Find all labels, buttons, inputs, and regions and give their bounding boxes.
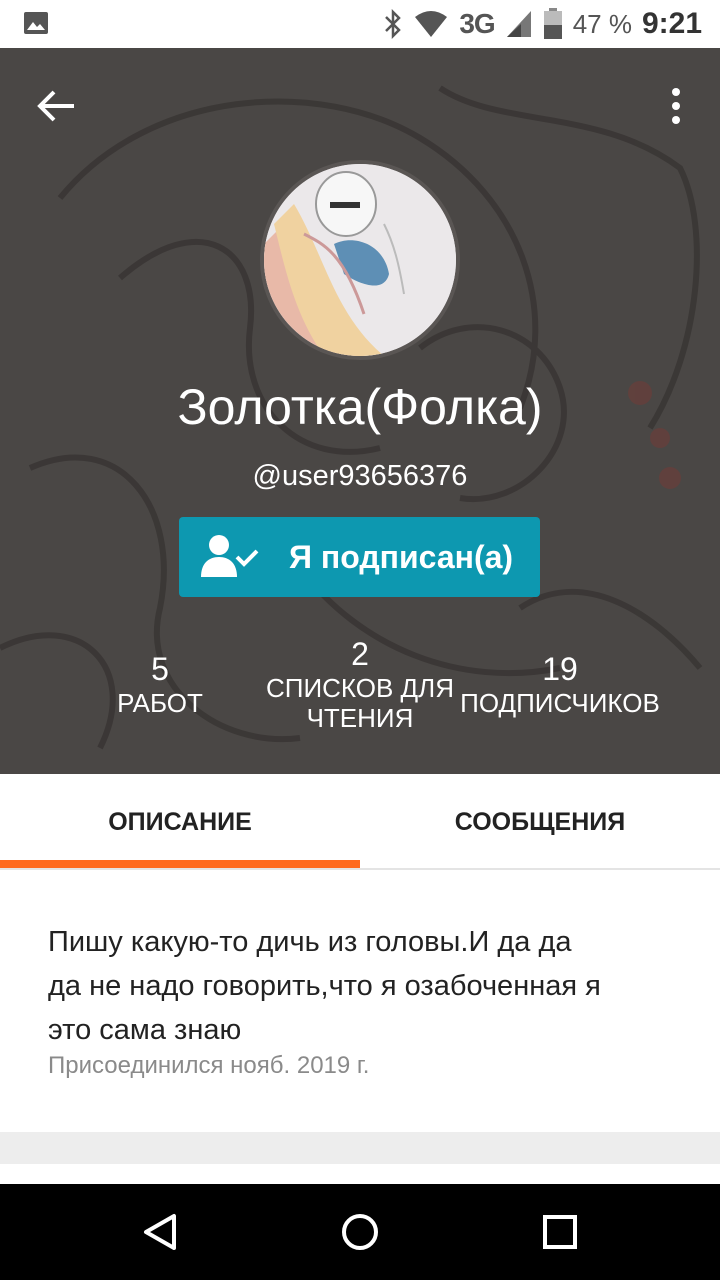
system-nav-bar xyxy=(0,1184,720,1280)
clock: 9:21 xyxy=(641,7,702,40)
user-check-icon xyxy=(201,535,259,577)
joined-date: Присоединился нояб. 2019 г. xyxy=(48,1052,370,1079)
description-line: да не надо говорить,что я озабоченная я xyxy=(48,970,601,1002)
description-line: это сама знаю xyxy=(48,1014,242,1046)
section-divider xyxy=(0,1132,720,1164)
nav-home-icon[interactable] xyxy=(336,1208,384,1256)
wifi-icon xyxy=(415,11,448,37)
back-arrow-icon[interactable] xyxy=(30,84,82,128)
stat-reading-lists[interactable]: 2 СПИСКОВ ДЛЯ ЧТЕНИЯ xyxy=(260,635,460,733)
active-tab-indicator xyxy=(0,860,360,868)
battery-percent: 47 % xyxy=(572,8,632,39)
stat-reading-lists-value: 2 xyxy=(351,636,369,672)
profile-description: Пишу какую-то дичь из головы.И да да да … xyxy=(48,920,678,1052)
following-button[interactable]: Я подписан(а) xyxy=(179,517,540,597)
profile-header: Золотка(Фолка) @user93656376 Я подписан(… xyxy=(0,48,720,774)
stat-followers-label: ПОДПИСЧИКОВ xyxy=(460,688,660,718)
stat-followers-value: 19 xyxy=(542,651,578,687)
nav-back-icon[interactable] xyxy=(136,1208,184,1256)
stat-followers[interactable]: 19 ПОДПИСЧИКОВ xyxy=(455,650,665,718)
network-type: 3G xyxy=(459,8,495,39)
profile-tabs: ОПИСАНИЕ СООБЩЕНИЯ xyxy=(0,774,720,870)
stat-works[interactable]: 5 РАБОТ xyxy=(80,650,240,718)
description-line: Пишу какую-то дичь из головы.И да да xyxy=(48,926,572,958)
following-button-label: Я подписан(а) xyxy=(289,539,514,575)
stat-reading-lists-label-line2: ЧТЕНИЯ xyxy=(306,703,414,733)
nav-recents-icon[interactable] xyxy=(536,1208,584,1256)
status-bar: 3G 47 % 9:21 xyxy=(0,0,720,48)
signal-icon xyxy=(506,11,531,37)
display-name: Золотка(Фолка) xyxy=(177,379,543,435)
battery-icon xyxy=(543,8,562,39)
stat-works-label: РАБОТ xyxy=(117,688,203,718)
stat-works-value: 5 xyxy=(151,651,169,687)
stat-reading-lists-label-line1: СПИСКОВ ДЛЯ xyxy=(265,673,455,703)
tab-description[interactable]: ОПИСАНИЕ xyxy=(0,774,360,870)
tab-messages[interactable]: СООБЩЕНИЯ xyxy=(360,774,720,870)
bluetooth-icon xyxy=(385,9,402,39)
avatar-drawing xyxy=(264,164,456,356)
username: @user93656376 xyxy=(252,460,468,492)
avatar[interactable] xyxy=(260,160,460,360)
gallery-icon xyxy=(24,12,48,34)
more-vertical-icon[interactable] xyxy=(660,84,692,128)
